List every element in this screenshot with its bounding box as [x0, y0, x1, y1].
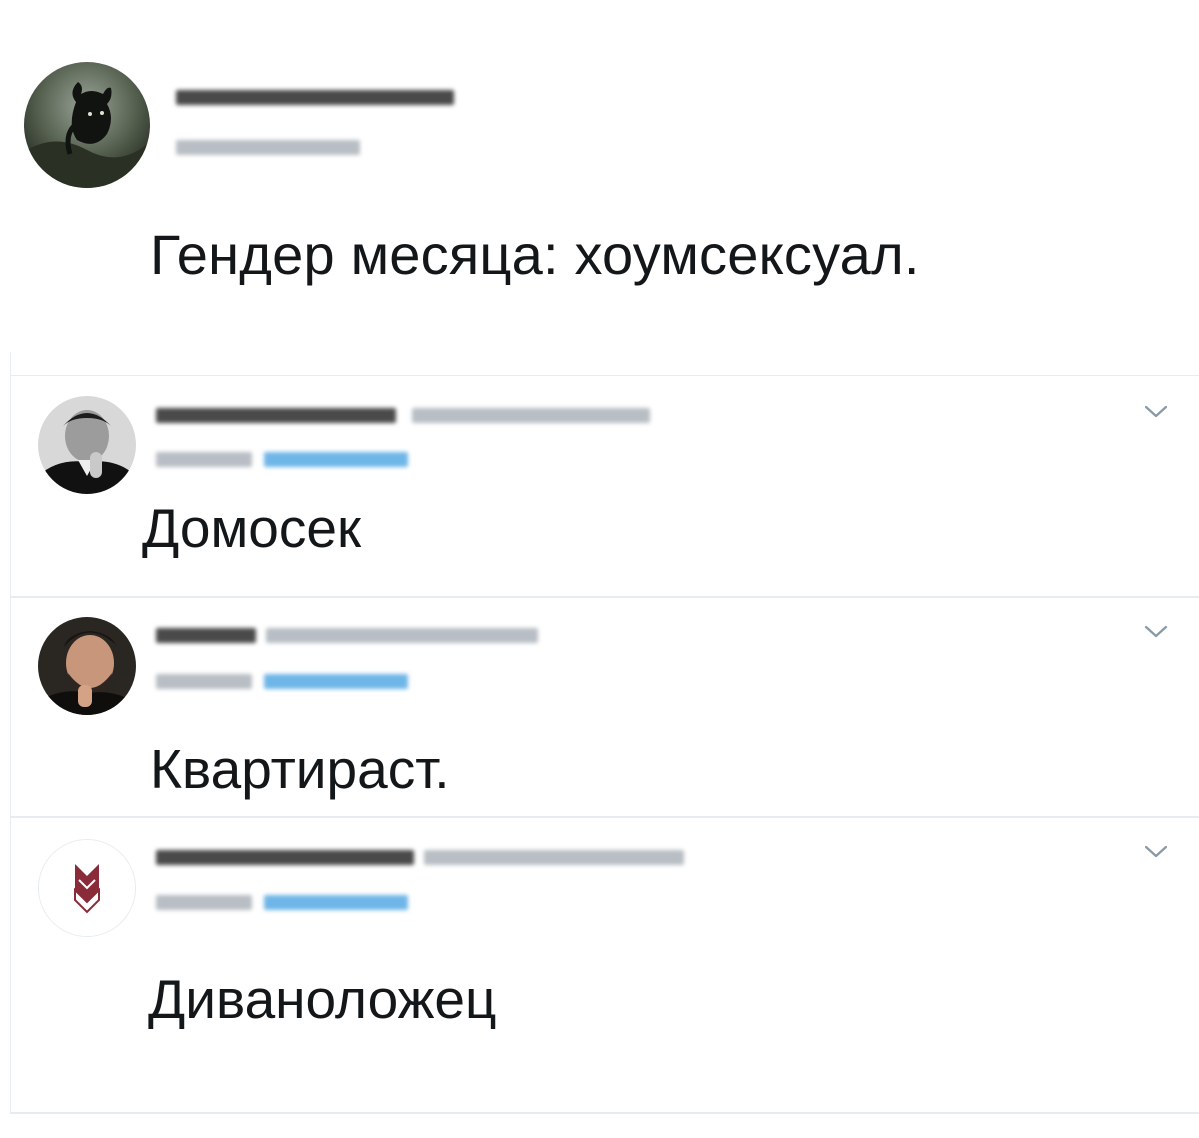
- reply-to-link[interactable]: [264, 895, 408, 910]
- reply-author-name[interactable]: [156, 628, 256, 643]
- reply-author-meta[interactable]: [424, 850, 684, 865]
- reply-to-label: [156, 452, 252, 467]
- reply-author-meta[interactable]: [266, 628, 538, 643]
- reply-author-name[interactable]: [156, 408, 396, 423]
- chevron-down-icon[interactable]: [1143, 624, 1169, 640]
- author-name[interactable]: [176, 90, 454, 105]
- reply-text: Квартираст.: [150, 738, 450, 800]
- reply-divider: [10, 816, 1199, 818]
- tweet-text: Гендер месяца: хоумсексуал.: [150, 223, 920, 286]
- replies-divider: [10, 375, 1199, 376]
- reply-divider: [10, 1112, 1199, 1114]
- reply-avatar[interactable]: [38, 396, 136, 494]
- author-avatar[interactable]: [24, 62, 150, 188]
- reply-divider: [10, 596, 1199, 598]
- reply-text: Диваноложец: [148, 968, 497, 1030]
- author-handle[interactable]: [176, 140, 360, 155]
- reply-author-meta[interactable]: [412, 408, 650, 423]
- reply-text: Домосек: [142, 497, 362, 559]
- reply-avatar[interactable]: [38, 839, 136, 937]
- reply-to-label: [156, 895, 252, 910]
- reply-author-name[interactable]: [156, 850, 414, 865]
- chevron-down-icon[interactable]: [1143, 404, 1169, 420]
- thread-border: [10, 352, 11, 1112]
- chevron-down-icon[interactable]: [1143, 844, 1169, 860]
- reply-to-link[interactable]: [264, 452, 408, 467]
- reply-to-label: [156, 674, 252, 689]
- reply-to-link[interactable]: [264, 674, 408, 689]
- reply-avatar[interactable]: [38, 617, 136, 715]
